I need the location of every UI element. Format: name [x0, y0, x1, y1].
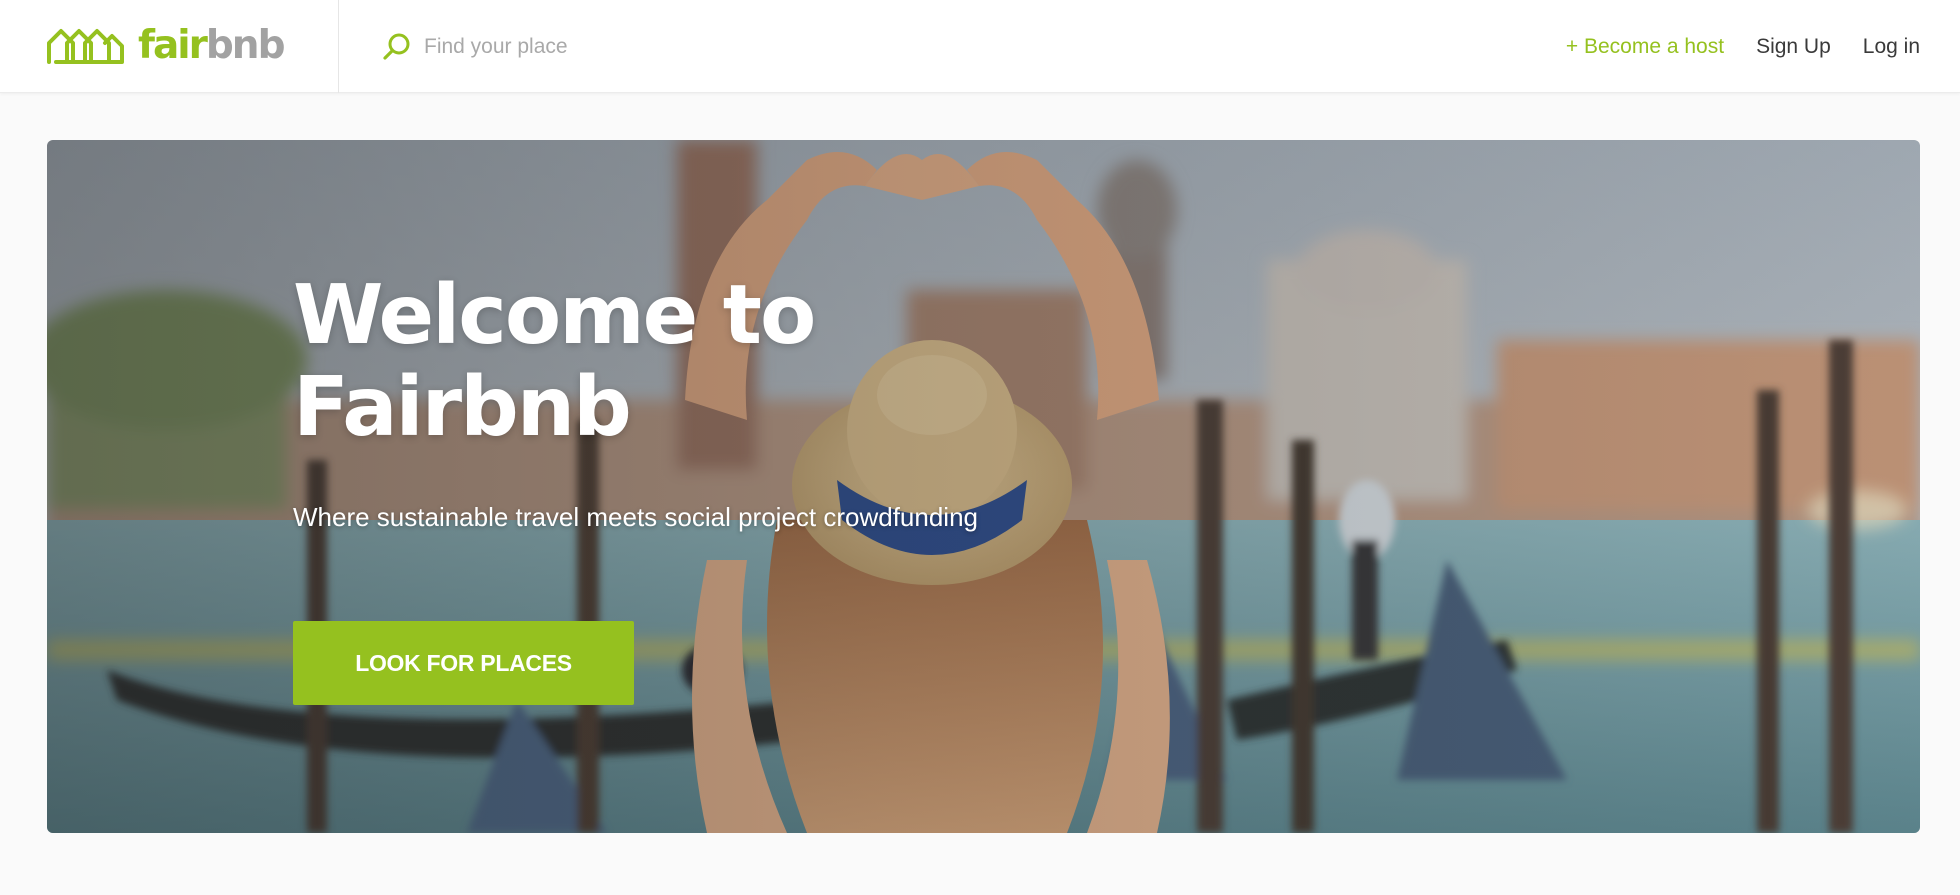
hero-title: Welcome to Fairbnb [293, 270, 993, 454]
look-for-places-button[interactable]: LOOK FOR PLACES [293, 621, 634, 705]
account-nav: + Become a host Sign Up Log in [1566, 0, 1920, 93]
sign-up-link[interactable]: Sign Up [1756, 35, 1831, 59]
hero-banner: Welcome to Fairbnb Where sustainable tra… [47, 140, 1920, 833]
logo-wordmark: fairbnb [138, 23, 286, 68]
houses-icon [47, 29, 124, 64]
hero-title-line-1: Welcome to [293, 268, 816, 363]
logo-word-fair: fair [138, 23, 208, 68]
become-host-link[interactable]: + Become a host [1566, 35, 1724, 59]
fairbnb-logo[interactable]: fairbnb [46, 24, 296, 68]
search-input[interactable] [424, 27, 904, 67]
top-navigation-bar: fairbnb + Become a host Sign Up Log in [0, 0, 1960, 93]
hero-title-line-2: Fairbnb [293, 360, 632, 455]
logo-word-bnb: bnb [205, 23, 286, 68]
search-bar [380, 24, 940, 70]
search-icon[interactable] [380, 30, 414, 64]
log-in-link[interactable]: Log in [1863, 35, 1920, 59]
hero-subtitle: Where sustainable travel meets social pr… [293, 502, 979, 532]
header-divider [338, 0, 339, 93]
hero-image-overlay [47, 140, 1920, 833]
